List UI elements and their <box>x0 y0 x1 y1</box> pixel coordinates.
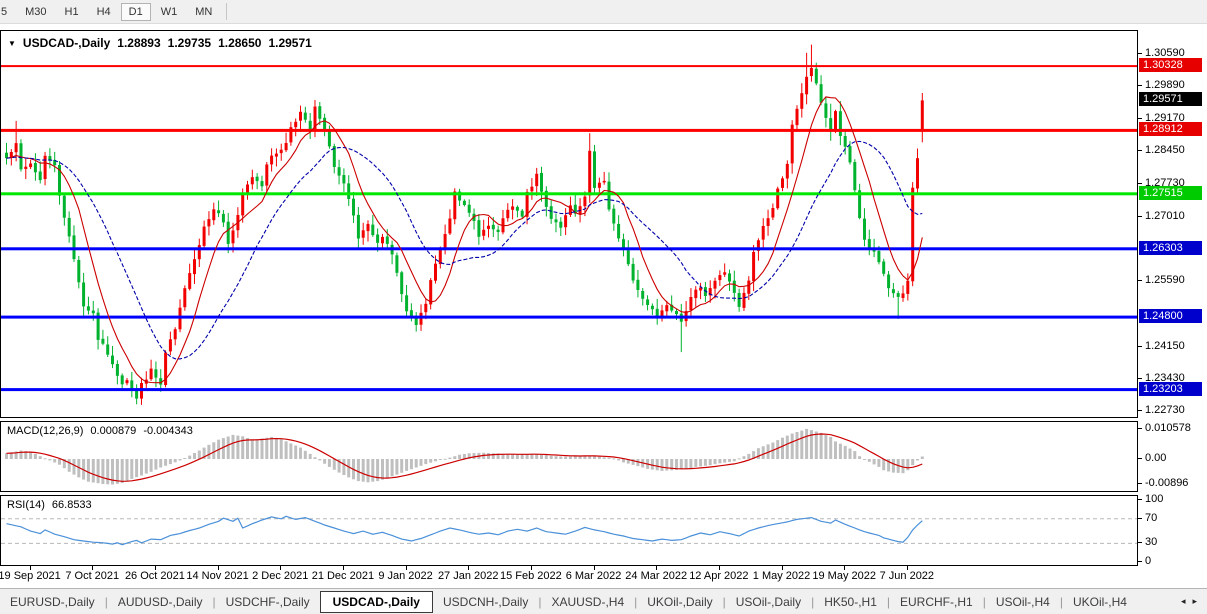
timeframe-button-5[interactable]: 5 <box>0 3 15 21</box>
macd-main-value: 0.000879 <box>90 425 136 437</box>
macd-signal-value: -0.004343 <box>143 425 193 437</box>
candlestick-chart[interactable] <box>1 31 1137 417</box>
macd-panel[interactable]: MACD(12,26,9) 0.000879 -0.004343 <box>0 421 1138 492</box>
date-label: 14 Nov 2021 <box>186 570 248 582</box>
date-label: 19 May 2022 <box>812 570 876 582</box>
rsi-tick-label: 30 <box>1145 536 1157 548</box>
axis-tick-mark <box>1138 542 1142 543</box>
axis-tick-mark <box>1138 150 1142 151</box>
chart-tab-usdcnh-daily[interactable]: USDCNH-,Daily <box>433 591 538 613</box>
chart-tab-eurchf-h1[interactable]: EURCHF-,H1 <box>890 591 983 613</box>
date-label: 26 Oct 2021 <box>125 570 185 582</box>
chart-tab-usoil-daily[interactable]: USOil-,Daily <box>726 591 811 613</box>
tab-scroll-left-icon[interactable]: ◂ <box>1181 596 1186 607</box>
axis-tick-mark <box>1138 183 1142 184</box>
price-level-badge: 1.24800 <box>1139 309 1202 323</box>
date-label: 21 Dec 2021 <box>312 570 374 582</box>
timeframe-button-m30[interactable]: M30 <box>17 3 54 21</box>
chart-tab-bar: EURUSD-,Daily|AUDUSD-,Daily|USDCHF-,Dail… <box>0 588 1207 614</box>
timeframe-button-h4[interactable]: H4 <box>89 3 119 21</box>
price-level-badge: 1.27515 <box>1139 186 1202 200</box>
rsi-label: RSI(14) 66.8533 <box>7 499 92 511</box>
price-level-badge: 1.26303 <box>1139 241 1202 255</box>
symbol-dropdown-icon[interactable]: ▼ <box>8 39 16 48</box>
macd-label: MACD(12,26,9) 0.000879 -0.004343 <box>7 425 193 437</box>
macd-tick-label: 0.00 <box>1145 452 1166 464</box>
axis-tick-mark <box>1138 499 1142 500</box>
date-label: 15 Feb 2022 <box>500 570 562 582</box>
chart-tab-xauusd-h4[interactable]: XAUUSD-,H4 <box>541 591 634 613</box>
date-axis[interactable]: 19 Sep 2021 7 Oct 2021 26 Oct 202114 Nov 2… <box>0 566 1138 588</box>
chart-tab-ukoil-h4[interactable]: UKOil-,H4 <box>1063 591 1137 613</box>
chart-tab-audusd-daily[interactable]: AUDUSD-,Daily <box>108 591 213 613</box>
axis-tick-mark <box>1138 428 1142 429</box>
timeframe-button-d1[interactable]: D1 <box>121 3 151 21</box>
timeframe-toolbar: 5M30H1H4D1W1MN <box>0 0 1207 24</box>
date-label: 24 Mar 2022 <box>625 570 687 582</box>
price-tick-label: 1.29890 <box>1145 79 1185 91</box>
axis-tick-mark <box>1138 53 1142 54</box>
axis-tick-mark <box>1138 216 1142 217</box>
tab-scroll-right-icon[interactable]: ▸ <box>1192 596 1197 607</box>
price-axis[interactable]: 1.305901.298901.291701.284501.277301.270… <box>1138 30 1207 566</box>
date-label: 1 May 2022 <box>753 570 810 582</box>
ohlc-close: 1.29571 <box>268 36 311 50</box>
rsi-value: 66.8533 <box>52 499 92 511</box>
price-tick-label: 1.25590 <box>1145 274 1185 286</box>
date-label: 7 Jun 2022 <box>880 570 934 582</box>
rsi-tick-label: 100 <box>1145 493 1163 505</box>
date-label: 9 Jan 2022 <box>378 570 432 582</box>
price-tick-label: 1.22730 <box>1145 404 1185 416</box>
price-tick-label: 1.28450 <box>1145 144 1185 156</box>
ohlc-low: 1.28650 <box>218 36 261 50</box>
chart-tab-ukoil-daily[interactable]: UKOil-,Daily <box>637 591 722 613</box>
date-label: 2 Dec 2021 <box>252 570 308 582</box>
axis-tick-mark <box>1138 518 1142 519</box>
axis-tick-mark <box>1138 346 1142 347</box>
axis-tick-mark <box>1138 483 1142 484</box>
chart-symbol-label: USDCAD-,Daily <box>23 36 110 50</box>
price-level-badge: 1.29571 <box>1139 92 1202 106</box>
timeframe-button-h1[interactable]: H1 <box>57 3 87 21</box>
rsi-panel[interactable]: RSI(14) 66.8533 <box>0 495 1138 566</box>
axis-tick-mark <box>1138 458 1142 459</box>
price-tick-label: 1.27010 <box>1145 210 1185 222</box>
axis-tick-mark <box>1138 378 1142 379</box>
axis-tick-mark <box>1138 118 1142 119</box>
date-label: 19 Sep 2021 <box>0 570 61 582</box>
macd-tick-label: 0.010578 <box>1145 422 1191 434</box>
price-tick-label: 1.24150 <box>1145 340 1185 352</box>
axis-tick-mark <box>1138 280 1142 281</box>
rsi-tick-label: 0 <box>1145 555 1151 567</box>
main-chart-panel[interactable]: ▼ USDCAD-,Daily 1.28893 1.29735 1.28650 … <box>0 30 1138 418</box>
ohlc-high: 1.29735 <box>168 36 211 50</box>
price-level-badge: 1.30328 <box>1139 58 1202 72</box>
macd-name: MACD(12,26,9) <box>7 425 83 437</box>
axis-tick-mark <box>1138 410 1142 411</box>
axis-tick-mark <box>1138 561 1142 562</box>
timeframe-button-mn[interactable]: MN <box>187 3 220 21</box>
trading-terminal-window: { "toolbar": { "timeframes": [ {"label":… <box>0 0 1207 614</box>
date-label: 12 Apr 2022 <box>689 570 748 582</box>
ohlc-open: 1.28893 <box>117 36 160 50</box>
chart-tab-usdchf-daily[interactable]: USDCHF-,Daily <box>216 591 320 613</box>
chart-tab-eurusd-daily[interactable]: EURUSD-,Daily <box>0 591 105 613</box>
date-label: 7 Oct 2021 <box>65 570 119 582</box>
chart-tab-hk50-h1[interactable]: HK50-,H1 <box>814 591 887 613</box>
price-level-badge: 1.23203 <box>1139 382 1202 396</box>
tab-scroll-controls: ◂▸ <box>1171 596 1207 607</box>
timeframe-button-w1[interactable]: W1 <box>153 3 186 21</box>
rsi-tick-label: 70 <box>1145 512 1157 524</box>
date-label: 27 Jan 2022 <box>438 570 499 582</box>
price-level-badge: 1.28912 <box>1139 122 1202 136</box>
chart-header: ▼ USDCAD-,Daily 1.28893 1.29735 1.28650 … <box>8 36 312 50</box>
chart-tab-usdcad-daily[interactable]: USDCAD-,Daily <box>320 591 433 613</box>
axis-tick-mark <box>1138 85 1142 86</box>
chart-tab-usoil-h4[interactable]: USOil-,H4 <box>986 591 1060 613</box>
toolbar-separator <box>226 3 227 20</box>
date-label: 6 Mar 2022 <box>566 570 622 582</box>
macd-tick-label: -0.00896 <box>1145 477 1188 489</box>
rsi-chart[interactable] <box>1 496 1137 565</box>
rsi-name: RSI(14) <box>7 499 45 511</box>
